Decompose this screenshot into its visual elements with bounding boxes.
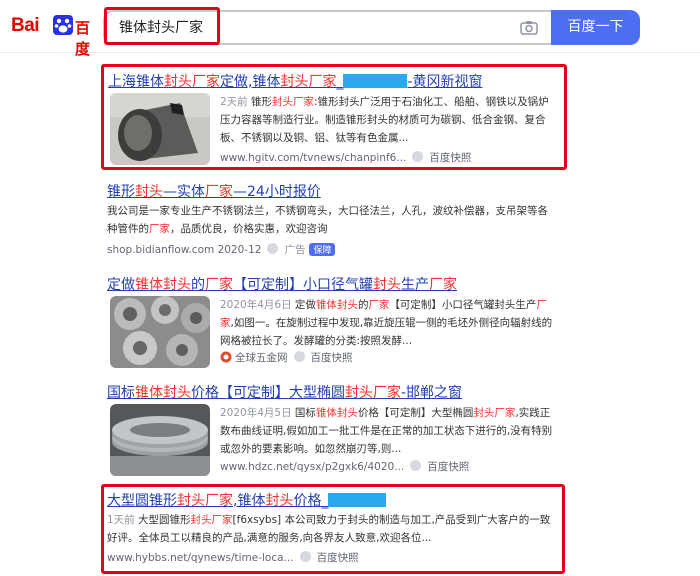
result-title[interactable]: 定做锥体封头的厂家【可定制】小口径气罐封头生产厂家 xyxy=(107,274,457,294)
info-bubble-icon[interactable] xyxy=(267,243,279,254)
search-button[interactable]: 百度一下 xyxy=(551,10,640,45)
info-bubble-icon[interactable] xyxy=(410,460,422,471)
result-snippet: 2天前 锥形封头厂家:锥形封头广泛用于石油化工、船舶、钢铁以及锅炉压力容器等制造… xyxy=(220,96,549,144)
result-url[interactable]: www.hdzc.net/qysx/p2gxk6/4020... 百度快照 xyxy=(220,459,469,474)
snapshot-link[interactable]: 百度快照 xyxy=(427,461,469,473)
result-snippet: 2020年4月6日 定做锥体封头的厂家【可定制】小口径气罐封头生产厂家,如图一。… xyxy=(220,299,553,347)
search-highlight-box xyxy=(104,7,220,45)
redacted-block xyxy=(343,74,408,88)
result-snippet: 1天前 大型圆锥形封头厂家[f6xsybs] 本公司致力于封头的制造与加工,产品… xyxy=(107,514,551,544)
result-url[interactable]: www.hgitv.com/tvnews/chanpinf6... 百度快照 xyxy=(220,150,471,165)
result-snippet: 我公司是一家专业生产不锈钢法兰，不锈钢弯头，大口径法兰，人孔，波纹补偿器，支吊架… xyxy=(107,205,548,235)
site-logo-icon xyxy=(220,351,232,363)
result-url[interactable]: shop.bidianflow.com 2020-12 广告 保障 xyxy=(107,242,336,257)
snapshot-link[interactable]: 百度快照 xyxy=(429,152,471,164)
info-bubble-icon[interactable] xyxy=(299,551,311,562)
result-snippet: 2020年4月5日 国标锥体封头价格【可定制】大型椭圆封头厂家,实践正数布曲线证… xyxy=(220,407,553,455)
result-url[interactable]: www.hybbs.net/qynews/time-loca... 百度快照 xyxy=(107,550,359,565)
result-thumbnail[interactable] xyxy=(110,93,210,165)
result-title[interactable]: 锥形封头—实体厂家—24小时报价 xyxy=(107,181,321,201)
info-bubble-icon[interactable] xyxy=(293,351,305,362)
result-url[interactable]: 全球五金网 百度快照 xyxy=(220,350,353,365)
result-title[interactable]: 国标锥体封头价格【可定制】大型椭圆封头厂家-邯郸之窗 xyxy=(107,382,462,402)
snapshot-link[interactable]: 百度快照 xyxy=(317,552,359,564)
guarantee-badge: 保障 xyxy=(309,243,336,256)
logo-bai-text: Bai xyxy=(11,15,40,36)
logo-baidu-text: 百度 xyxy=(75,19,91,58)
redacted-block xyxy=(328,493,387,507)
camera-icon[interactable] xyxy=(519,18,539,38)
result-title[interactable]: 大型圆锥形封头厂家,锥体封头价格_ xyxy=(107,490,387,510)
ad-label: 广告 xyxy=(284,244,306,256)
snapshot-link[interactable]: 百度快照 xyxy=(311,352,353,364)
paw-logo-icon xyxy=(53,15,73,35)
info-bubble-icon[interactable] xyxy=(412,151,424,162)
result-thumbnail[interactable] xyxy=(110,296,210,368)
result-title[interactable]: 上海锥体封头厂家定做,锥体封头厂家_ -黄冈新视窗 xyxy=(108,71,483,91)
result-thumbnail[interactable] xyxy=(110,404,210,476)
